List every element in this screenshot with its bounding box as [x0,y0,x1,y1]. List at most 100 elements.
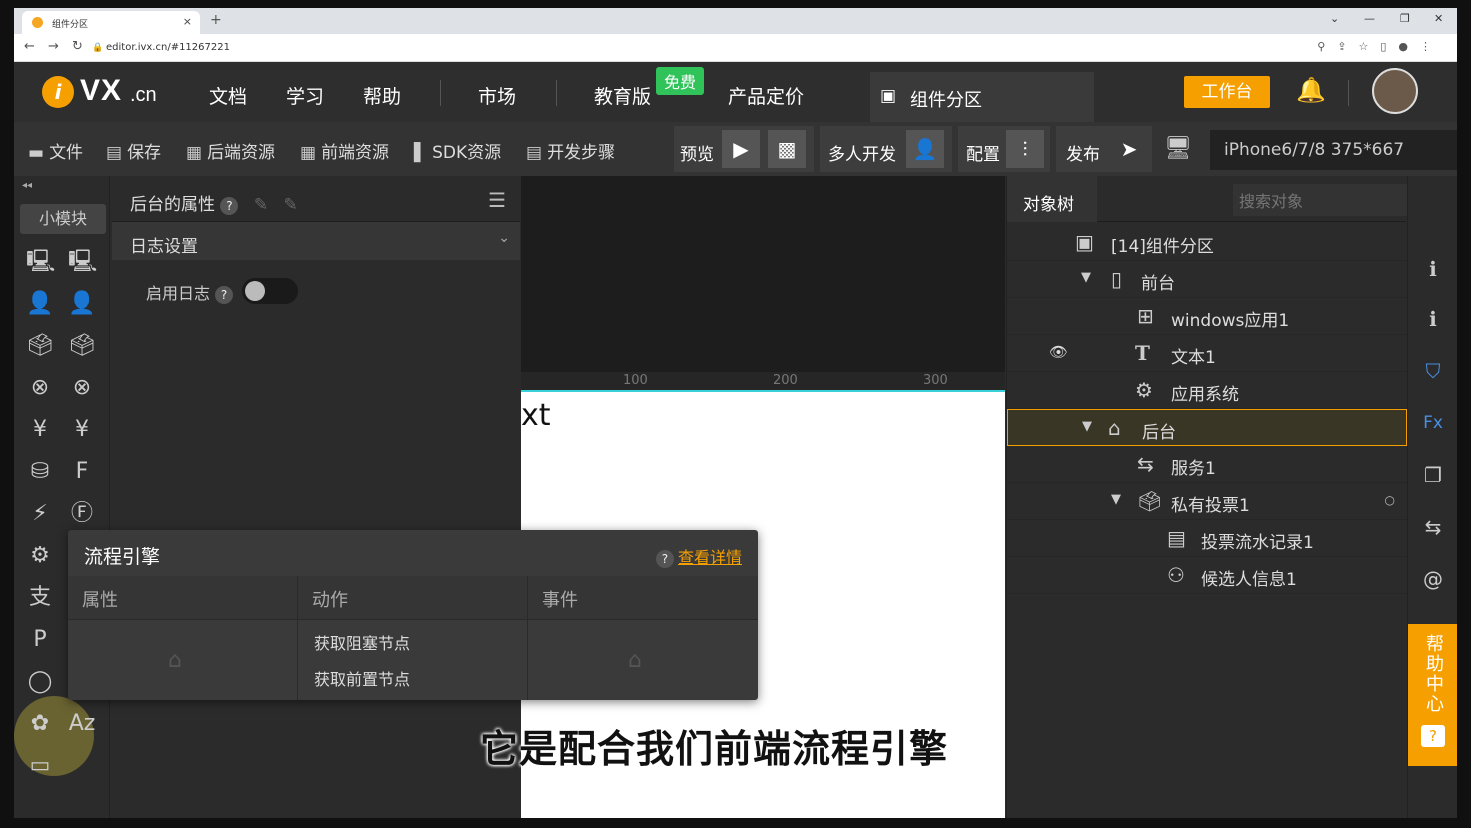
enable-log-toggle[interactable] [242,278,298,304]
collapse-icon[interactable]: ◂◂ [22,180,32,191]
candidate-icon: ⚇ [1167,563,1185,587]
search-objects-input[interactable] [1233,184,1423,216]
tree-node-windows-app[interactable]: ⊞ windows应用1 [1007,298,1407,335]
reload-icon[interactable]: ↻ [72,39,83,54]
tree-node-root[interactable]: ▣ [14]组件分区 [1007,224,1407,261]
browser-action-icons[interactable]: ⚲⇪☆▯●⋮ [1317,40,1443,53]
qrcode-icon[interactable]: ▩ [768,130,806,168]
alipay-icon[interactable]: 支 [26,584,54,612]
action-item[interactable]: 获取阻塞节点 [298,620,527,654]
menu-icon[interactable]: ☰ [488,188,506,212]
close-tab-icon[interactable]: × [183,15,192,28]
log-settings-section[interactable]: 日志设置 ⌄ [112,222,520,260]
database-icon[interactable]: ⛁ [26,458,54,486]
sdk-resources-button[interactable]: ▌ SDK资源 [414,138,501,163]
tree-node-frontend[interactable]: ▼ ▯ 前台 [1007,261,1407,298]
send-icon[interactable]: ➤ [1110,130,1148,168]
paypal-icon[interactable]: P [26,626,54,654]
vote-box-icon[interactable]: 🗳 [26,332,54,360]
nav-learn[interactable]: 学习 [286,82,324,109]
play-icon[interactable]: ▶ [722,130,760,168]
vote-settings-icon[interactable]: 🗳 [68,332,96,360]
backend-resources-button[interactable]: ▦ 后端资源 [186,138,275,163]
desktop-settings-icon[interactable]: 🖳 [68,248,97,276]
chat-icon[interactable]: ◯ [26,668,54,696]
live-icon[interactable]: ▭ [26,752,54,780]
close-window-icon[interactable]: ✕ [1434,12,1443,25]
browser-tab[interactable]: 组件分区 × [22,11,200,34]
save-button[interactable]: ▤ 保存 [106,138,161,163]
payment-wifi-icon[interactable]: ¥ [68,416,96,444]
expand-arrow-icon[interactable]: ▼ [1082,419,1092,434]
eye-icon[interactable]: 👁 [1049,343,1068,361]
user-icon[interactable]: 👤 [906,130,944,168]
at-icon[interactable]: @ [1420,566,1446,592]
nav-pricing[interactable]: 产品定价 [728,82,804,109]
note-icon[interactable]: ✎ [283,195,297,215]
url-field[interactable]: editor.ivx.cn/#11267221 [106,42,230,53]
function-icon[interactable]: Fx [1420,410,1446,436]
ruler-tick: 100 [623,373,648,388]
nav-education[interactable]: 教育版 [594,82,651,109]
frontend-resources-button[interactable]: ▦ 前端资源 [300,138,389,163]
workbench-button[interactable]: 工作台 [1184,76,1270,108]
restore-icon[interactable]: ❐ [1400,12,1410,25]
new-tab-button[interactable]: + [210,12,222,28]
favicon-icon [32,17,43,28]
tree-node-candidate-info[interactable]: ⚇ 候选人信息1 [1007,557,1407,594]
tab-list-icon[interactable]: ⌄ [1330,12,1339,25]
tree-node-label: 文本1 [1171,348,1216,368]
tree-node-private-vote[interactable]: ▼ 🗳 私有投票1 ○ [1007,483,1407,520]
ft-circle-icon[interactable]: Ⓕ [68,500,96,528]
tree-node-app-system[interactable]: ⚙ 应用系统 [1007,372,1407,409]
help-center-label: 帮助中心 [1423,634,1444,714]
tree-node-service[interactable]: ⇆ 服务1 [1007,446,1407,483]
huawei-icon[interactable]: ✿ [26,710,54,738]
back-icon[interactable]: ← [24,39,35,54]
forward-icon[interactable]: → [48,39,59,54]
canvas-text[interactable]: xt [521,398,551,433]
flow-engine-icon[interactable]: ⚙ [26,542,54,570]
shield-info-icon[interactable]: ⛉ [1420,358,1446,384]
tree-node-backend[interactable]: ▼ ⌂ 后台 [1007,409,1407,446]
nav-help[interactable]: 帮助 [363,82,401,109]
expand-arrow-icon[interactable]: ▼ [1111,492,1121,507]
user-settings-icon[interactable]: 👤 [68,290,96,318]
payment-icon[interactable]: ¥ [26,416,54,444]
view-details-label: 查看详情 [677,548,742,567]
object-tree-tab[interactable]: 对象树 [1007,176,1097,222]
device-selector[interactable]: iPhone6/7/8 375*667 [1210,130,1457,170]
nav-docs[interactable]: 文档 [209,82,247,109]
user-card-icon[interactable]: 👤 [26,290,54,318]
az-icon[interactable]: Az [68,710,96,738]
swap-icon[interactable]: ⇆ [1420,514,1446,540]
desktop-icon[interactable]: 🖳 [26,248,55,276]
tree-node-text[interactable]: 👁 T 文本1 [1007,335,1407,372]
help-icon[interactable]: ? [215,286,234,304]
help-icon[interactable]: ? [220,197,239,215]
tree-node-vote-records[interactable]: ▤ 投票流水记录1 [1007,520,1407,557]
file-menu[interactable]: ▬ 文件 [28,138,83,163]
avatar[interactable] [1372,68,1418,114]
action-item[interactable]: 获取前置节点 [298,654,527,690]
service-icon: ⇆ [1137,452,1154,476]
info-settings-icon[interactable]: ℹ [1420,306,1446,332]
network-icon[interactable]: ⊗ [26,374,54,402]
dev-steps-button[interactable]: ▤ 开发步骤 [526,138,615,163]
copy-icon[interactable]: ❐ [1420,462,1446,488]
active-project-tab[interactable]: ▣ 组件分区 [870,72,1094,122]
help-center-button[interactable]: 帮助中心 ? [1408,624,1457,766]
bell-icon[interactable]: 🔔 [1296,76,1326,104]
info-icon[interactable]: ℹ [1420,256,1446,282]
small-module-tab[interactable]: 小模块 [20,204,106,234]
view-details-link[interactable]: ? 查看详情 [655,544,742,568]
ft-icon[interactable]: F [68,458,96,486]
edit-icon[interactable]: ✎ [254,195,268,215]
sliders-icon[interactable]: ⫶ [1006,130,1044,168]
minimize-icon[interactable]: — [1364,12,1375,25]
expand-arrow-icon[interactable]: ▼ [1081,270,1091,285]
nav-market[interactable]: 市场 [478,82,516,109]
monitor-icon[interactable]: 🖥 [1164,136,1192,161]
network-settings-icon[interactable]: ⊗ [68,374,96,402]
lightning-icon[interactable]: ⚡ [26,500,54,528]
